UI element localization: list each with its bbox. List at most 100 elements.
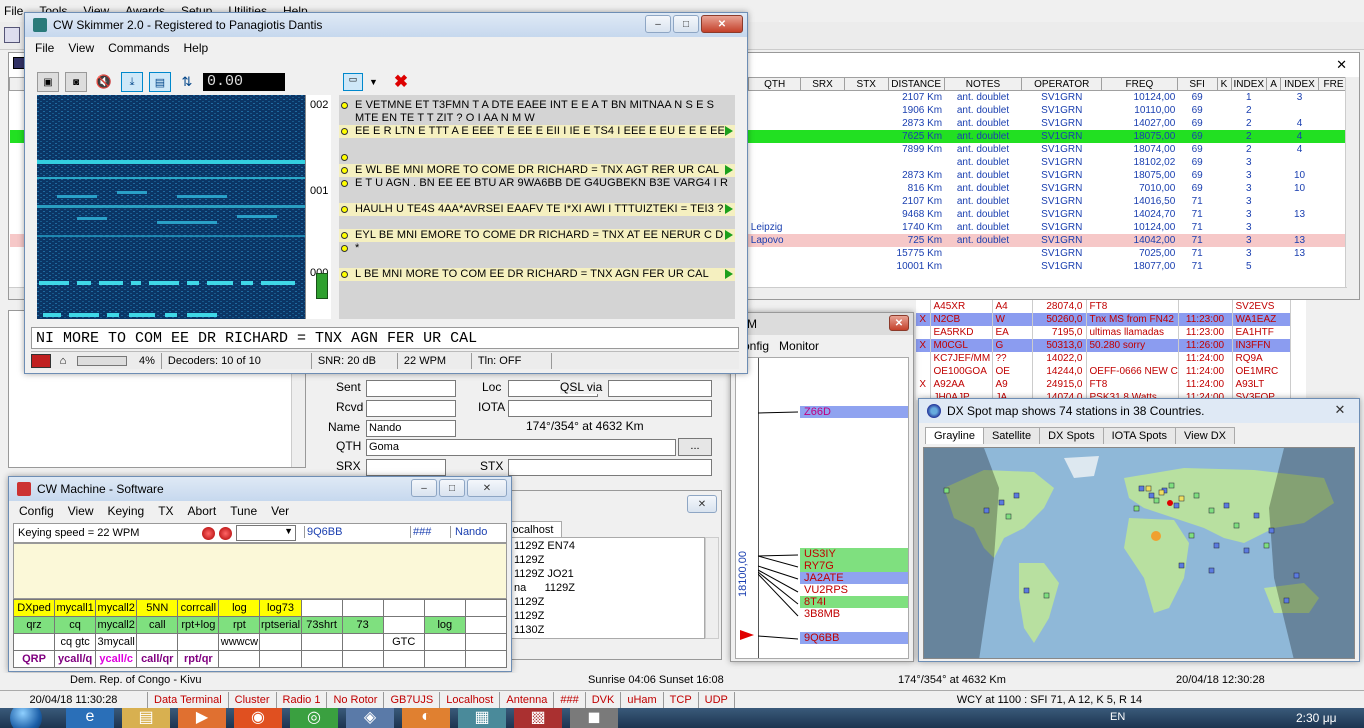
spot-row[interactable]: KC7JEF/MM?? 14022,0 11:24:00 RQ9A	[916, 352, 1291, 365]
status-item[interactable]: Cluster	[229, 691, 277, 708]
macro-button[interactable]: 3mycall	[95, 633, 138, 651]
macro-button[interactable]: 73	[341, 616, 384, 634]
dxmap-tab[interactable]: DX Spots	[1039, 427, 1104, 444]
dxmap-tab[interactable]: Grayline	[925, 427, 984, 444]
decoded-line[interactable]	[339, 255, 735, 268]
macro-button[interactable]: call/qr	[136, 650, 179, 668]
spot-row[interactable]: OE100GOA OE 14244,0 OEFF-0666 NEW C 11:24:00…	[916, 365, 1291, 378]
macro-button[interactable]: log73	[259, 599, 302, 617]
macro-button[interactable]	[300, 599, 343, 617]
folder-icon[interactable]: ▤	[122, 708, 170, 728]
decoded-line[interactable]	[339, 190, 735, 203]
macro-button[interactable]: log	[218, 599, 261, 617]
record-icon-2[interactable]	[219, 527, 232, 540]
record-icon-1[interactable]	[202, 527, 215, 540]
macro-button[interactable]: log	[423, 616, 466, 634]
cw-menu-item[interactable]: Keying	[107, 504, 144, 518]
main-menu-item[interactable]: File	[4, 4, 23, 18]
play-arrow-icon[interactable]	[725, 204, 733, 214]
decoded-line[interactable]: E VETMNE ET T3FMN T A DTE EAEE INT E E A…	[339, 99, 735, 112]
macro-button[interactable]	[218, 650, 261, 668]
macro-button[interactable]	[464, 650, 508, 668]
macro-button[interactable]	[259, 650, 302, 668]
stx-field[interactable]	[508, 459, 712, 476]
skimmer-maximize-button[interactable]: □	[673, 15, 699, 33]
macro-button[interactable]: mycall2	[95, 599, 138, 617]
macro-button[interactable]	[464, 633, 508, 651]
log-column-header[interactable]: DISTANCE	[887, 77, 945, 91]
bandmap-close-button[interactable]: ✕	[889, 315, 909, 331]
skimmer-close-button[interactable]: ✕	[701, 15, 743, 33]
log-column-header[interactable]: SFI	[1176, 77, 1218, 91]
macro-button[interactable]	[382, 616, 425, 634]
log-column-header[interactable]: A	[1266, 77, 1282, 91]
bandmap-menu-monitor[interactable]: Monitor	[779, 339, 819, 353]
spot-row[interactable]: A45XR A4 28074,0 FT8 SV2EVS	[916, 300, 1291, 313]
status-item[interactable]: Localhost	[440, 691, 501, 708]
cw-menu-item[interactable]: Abort	[188, 504, 217, 518]
speaker-icon[interactable]: 🔇	[93, 72, 115, 92]
decoded-line[interactable]: L BE MNI MORE TO COM EE DR RICHARD = TNX…	[339, 268, 735, 281]
macro-button[interactable]	[136, 633, 179, 651]
macro-button[interactable]: rptserial	[259, 616, 302, 634]
waterfall[interactable]	[37, 95, 305, 319]
cwmachine-minimize-button[interactable]: –	[411, 479, 437, 497]
play-arrow-icon[interactable]	[725, 165, 733, 175]
download-icon[interactable]: ⤓	[121, 72, 143, 92]
cw-menu-item[interactable]: TX	[158, 504, 173, 518]
chrome-icon[interactable]: ◎	[290, 708, 338, 728]
log-column-header[interactable]: SRX	[800, 77, 845, 91]
dxmap-tab[interactable]: IOTA Spots	[1102, 427, 1177, 444]
macro-button[interactable]: mycall1	[54, 599, 97, 617]
macro-button[interactable]: 73shrt	[300, 616, 343, 634]
macro-button[interactable]: 5NN	[136, 599, 179, 617]
macro-button[interactable]: wwwcw	[218, 633, 261, 651]
cw-menu-item[interactable]: View	[68, 504, 94, 518]
macro-button[interactable]: ycall/c	[95, 650, 138, 668]
log-window-close[interactable]: ✕	[1336, 57, 1347, 73]
spot-row[interactable]: X A92AA A9 24915,0 FT8 11:24:00 A93LT	[916, 378, 1291, 391]
qsl-via-field[interactable]	[608, 380, 712, 397]
cw-name-field[interactable]: Nando	[450, 526, 506, 538]
srx-field[interactable]	[366, 459, 446, 476]
spot-row[interactable]: EA5RKD EA 7195,0 ultimas llamadas 11:23:00 EA…	[916, 326, 1291, 339]
terminal-close-button[interactable]: ✕	[687, 495, 717, 513]
macro-button[interactable]: QRP	[12, 650, 56, 668]
decoded-line[interactable]	[339, 216, 735, 229]
tuning-marker[interactable]	[316, 273, 328, 299]
status-item[interactable]: UDP	[699, 691, 735, 708]
dxmap-tab[interactable]: Satellite	[982, 427, 1041, 444]
sync-icon[interactable]: ⇅	[177, 72, 197, 92]
terminal-scrollbar[interactable]	[705, 537, 719, 639]
name-field[interactable]: Nando	[366, 420, 456, 437]
decoded-line[interactable]: EYL BE MNI EMORE TO COME DR RICHARD = TN…	[339, 229, 735, 242]
status-item[interactable]: DVK	[586, 691, 622, 708]
skimmer-menu-item[interactable]: View	[68, 41, 94, 55]
macro-button[interactable]	[423, 633, 466, 651]
macro-button[interactable]: DXped	[12, 599, 56, 617]
decoded-line[interactable]: E WL BE MNI MORE TO COME DR RICHARD = TN…	[339, 164, 735, 177]
chevron-down-icon[interactable]: ▼	[369, 77, 378, 87]
macro-button[interactable]	[259, 633, 302, 651]
status-item[interactable]: ###	[554, 691, 586, 708]
log-column-header[interactable]: OPERATOR	[1021, 77, 1103, 91]
skimmer-menu-item[interactable]: Commands	[108, 41, 169, 55]
macro-button[interactable]: cq gtc	[54, 633, 97, 651]
macro-button[interactable]: cq	[54, 616, 97, 634]
macro-button[interactable]	[382, 599, 425, 617]
decoded-line[interactable]: MTE EN TE T T ZIT ? O I AA N M W	[339, 112, 735, 125]
language-indicator[interactable]: EN	[1110, 711, 1125, 723]
play-arrow-icon[interactable]	[725, 230, 733, 240]
clear-icon[interactable]: ✖	[394, 72, 408, 92]
log-column-header[interactable]: STX	[843, 77, 889, 91]
macro-button[interactable]: ycall/q	[54, 650, 97, 668]
macro-button[interactable]: corrcall	[177, 599, 220, 617]
log-column-header[interactable]: K	[1216, 77, 1232, 91]
app-icon-4[interactable]: ▩	[514, 708, 562, 728]
play-arrow-icon[interactable]	[725, 126, 733, 136]
skimmer-menu-item[interactable]: File	[35, 41, 54, 55]
macro-button[interactable]	[464, 616, 508, 634]
bell-icon[interactable]: ⌂	[55, 355, 71, 367]
decoded-line[interactable]: *	[339, 242, 735, 255]
qth-field[interactable]: Goma	[366, 439, 676, 456]
